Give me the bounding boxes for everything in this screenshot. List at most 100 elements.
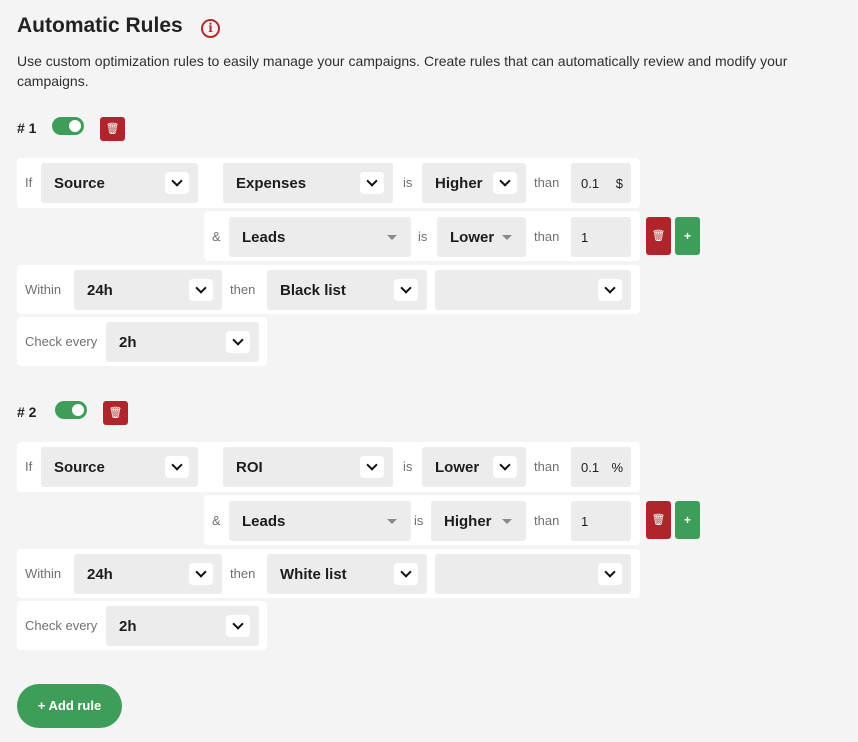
trash-icon: 🗑 <box>108 407 123 419</box>
rule-2-metric-2-select[interactable]: Leads <box>229 501 411 541</box>
chevron-down-icon <box>226 615 250 637</box>
rule-2-metric-select[interactable]: ROI <box>223 447 393 487</box>
rule-2-add-condition-button[interactable]: + <box>675 501 700 539</box>
page-description: Use custom optimization rules to easily … <box>17 53 788 89</box>
rule-1-within-select[interactable]: 24h <box>74 270 222 310</box>
chevron-down-icon <box>493 456 517 478</box>
is-label: is <box>418 229 428 244</box>
than-label: than <box>534 459 560 474</box>
rule-1-metric-select[interactable]: Expenses <box>223 163 393 203</box>
rule-2-number: # 2 <box>17 404 37 420</box>
rule-2-comparator-2-select[interactable]: Higher <box>431 501 526 541</box>
and-label: & <box>212 513 221 528</box>
caret-down-icon <box>502 235 512 240</box>
chevron-down-icon <box>360 456 384 478</box>
chevron-down-icon <box>165 456 189 478</box>
chevron-down-icon <box>226 331 250 353</box>
rule-1-number: # 1 <box>17 120 37 136</box>
select-value: Leads <box>242 513 286 530</box>
rule-1-comparator-select[interactable]: Higher <box>422 163 526 203</box>
rule-1-value-2-input[interactable]: 1 <box>571 217 631 257</box>
rule-2-value-input[interactable]: 0.1 % <box>571 447 631 487</box>
input-value: 0.1 <box>581 460 600 475</box>
and-label: & <box>212 229 221 244</box>
chevron-down-icon <box>360 172 384 194</box>
select-value: Lower <box>435 459 480 476</box>
chevron-down-icon <box>189 279 213 301</box>
info-icon[interactable]: i <box>201 19 220 38</box>
than-label: than <box>534 175 560 190</box>
chevron-down-icon <box>165 172 189 194</box>
trash-icon: 🗑 <box>651 514 666 526</box>
select-value: Higher <box>435 175 483 192</box>
rule-1-value-input[interactable]: 0.1 $ <box>571 163 631 203</box>
within-label: Within <box>25 282 62 297</box>
select-value: Leads <box>242 229 286 246</box>
rule-2-value-2-input[interactable]: 1 <box>571 501 631 541</box>
select-value: 2h <box>119 334 137 351</box>
rule-1-toggle[interactable] <box>52 117 84 135</box>
unit-label: % <box>611 460 623 475</box>
rule-1-delete-button[interactable]: 🗑 <box>100 117 125 141</box>
if-label: If <box>25 175 33 190</box>
select-value: 2h <box>119 618 137 635</box>
check-every-label: Check every <box>25 618 98 633</box>
rule-2-toggle[interactable] <box>55 401 87 419</box>
chevron-down-icon <box>394 563 418 585</box>
chevron-down-icon <box>598 279 622 301</box>
caret-down-icon <box>502 519 512 524</box>
rule-2-entity-select[interactable]: Source <box>41 447 198 487</box>
rule-2-action-select[interactable]: White list <box>267 554 427 594</box>
than-label: than <box>534 513 560 528</box>
chevron-down-icon <box>394 279 418 301</box>
rule-2-remove-condition-button[interactable]: 🗑 <box>646 501 671 539</box>
chevron-down-icon <box>189 563 213 585</box>
chevron-down-icon <box>493 172 517 194</box>
select-value: 24h <box>87 566 113 583</box>
is-label: is <box>403 459 413 474</box>
select-value: Source <box>54 175 105 192</box>
caret-down-icon <box>387 519 397 524</box>
rule-1-action-select[interactable]: Black list <box>267 270 427 310</box>
rule-1-metric-2-select[interactable]: Leads <box>229 217 411 257</box>
select-value: 24h <box>87 282 113 299</box>
select-value: White list <box>280 566 347 583</box>
is-label: is <box>414 513 424 528</box>
then-label: then <box>230 282 256 297</box>
than-label: than <box>534 229 560 244</box>
then-label: then <box>230 566 256 581</box>
is-label: is <box>403 175 413 190</box>
select-value: Higher <box>444 513 492 530</box>
trash-icon: 🗑 <box>651 230 666 242</box>
select-value: ROI <box>236 459 263 476</box>
rule-2-check-every-select[interactable]: 2h <box>106 606 259 646</box>
unit-label: $ <box>615 176 623 191</box>
check-every-label: Check every <box>25 334 98 349</box>
select-value: Source <box>54 459 105 476</box>
chevron-down-icon <box>598 563 622 585</box>
caret-down-icon <box>387 235 397 240</box>
input-value: 1 <box>581 230 589 245</box>
rule-1-check-every-select[interactable]: 2h <box>106 322 259 362</box>
plus-icon: + <box>683 513 691 527</box>
if-label: If <box>25 459 33 474</box>
trash-icon: 🗑 <box>105 123 120 135</box>
rule-1-comparator-2-select[interactable]: Lower <box>437 217 526 257</box>
rule-2-delete-button[interactable]: 🗑 <box>103 401 128 425</box>
rule-1-action-target-select[interactable] <box>435 270 631 310</box>
page-title: Automatic Rules <box>17 14 183 37</box>
rule-2-action-target-select[interactable] <box>435 554 631 594</box>
input-value: 1 <box>581 514 589 529</box>
select-value: Black list <box>280 282 346 299</box>
rule-1-remove-condition-button[interactable]: 🗑 <box>646 217 671 255</box>
input-value: 0.1 <box>581 176 600 191</box>
plus-icon: + <box>683 229 691 243</box>
select-value: Expenses <box>236 175 307 192</box>
rule-1-add-condition-button[interactable]: + <box>675 217 700 255</box>
rule-2-comparator-select[interactable]: Lower <box>422 447 526 487</box>
select-value: Lower <box>450 229 495 246</box>
within-label: Within <box>25 566 62 581</box>
rule-2-within-select[interactable]: 24h <box>74 554 222 594</box>
rule-1-entity-select[interactable]: Source <box>41 163 198 203</box>
add-rule-button[interactable]: + Add rule <box>17 684 122 728</box>
